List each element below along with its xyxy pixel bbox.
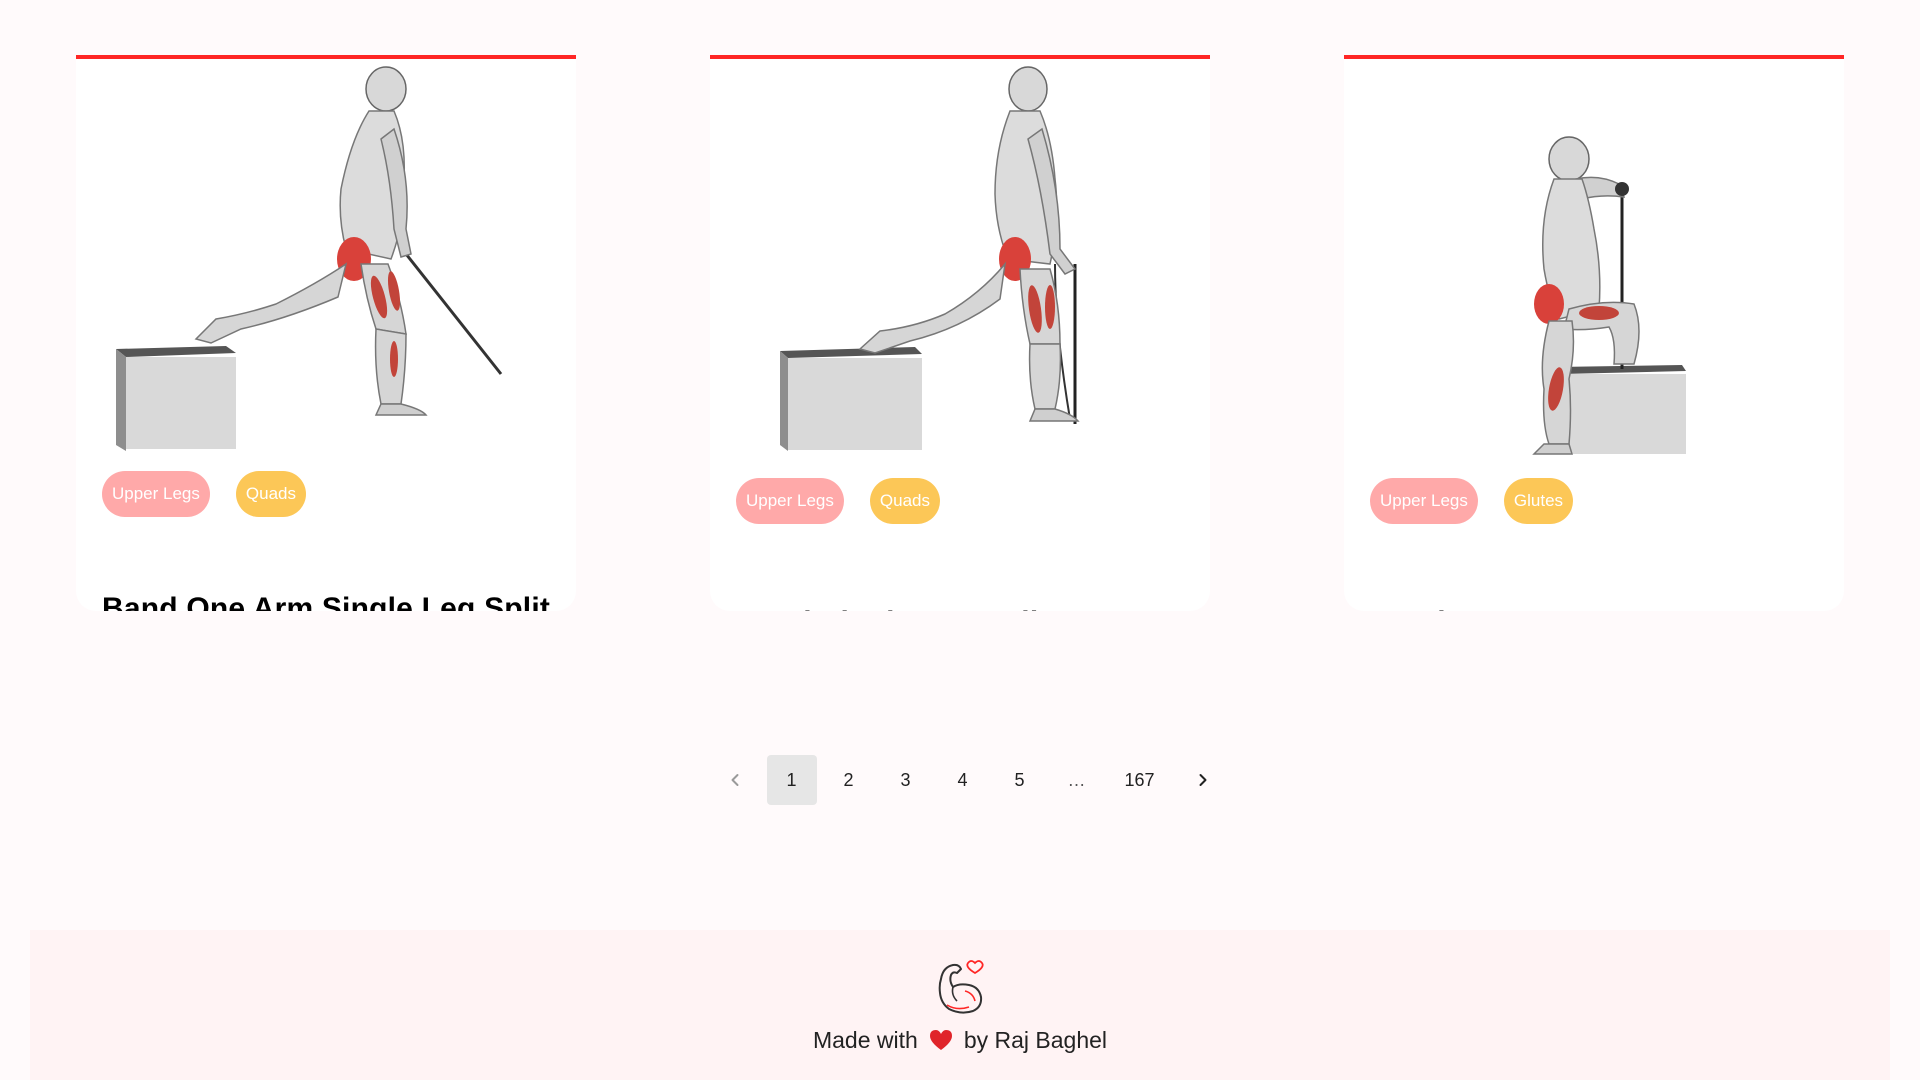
exercise-illustration-icon [1344, 59, 1844, 459]
exercise-title: Band One Arm Single Leg Split Squat [102, 592, 551, 611]
exercise-card[interactable]: Upper Legs Glutes Band Step-Up [1344, 55, 1844, 611]
page-button-3[interactable]: 3 [881, 755, 931, 805]
page-button-1[interactable]: 1 [766, 755, 817, 805]
page-button-5[interactable]: 5 [995, 755, 1045, 805]
bicep-heart-icon [935, 959, 987, 1015]
author-text: by Raj Baghel [963, 1027, 1108, 1053]
tag-group: Upper Legs Quads [736, 478, 940, 524]
target-muscle-tag[interactable]: Quads [235, 471, 306, 517]
body-part-tag[interactable]: Upper Legs [102, 471, 210, 517]
pagination-ellipsis: … [1067, 769, 1086, 790]
exercise-illustration-icon [710, 59, 1210, 459]
tag-group: Upper Legs Glutes [1370, 478, 1574, 524]
tag-group: Upper Legs Quads [102, 471, 306, 517]
target-muscle-tag[interactable]: Quads [869, 478, 940, 524]
previous-page-button[interactable] [710, 755, 760, 805]
page-button-2[interactable]: 2 [824, 755, 874, 805]
chevron-right-icon [1193, 770, 1213, 790]
pagination: 1 2 3 4 5 … 167 [706, 755, 1231, 805]
exercise-list: Upper Legs Quads Band One Arm Single Leg… [0, 0, 1920, 620]
exercise-card[interactable]: Upper Legs Quads Band One Arm Single Leg… [76, 55, 576, 611]
page-button-last[interactable]: 167 [1109, 755, 1171, 805]
exercise-title: Band Step-Up [1370, 600, 1830, 611]
footer: Made with by Raj Baghel [30, 930, 1890, 1080]
chevron-left-icon [725, 770, 745, 790]
next-page-button[interactable] [1178, 755, 1228, 805]
body-part-tag[interactable]: Upper Legs [1370, 478, 1478, 524]
target-muscle-tag[interactable]: Glutes [1503, 478, 1574, 524]
exercise-title: Band Single Leg Split Squat [736, 600, 1196, 611]
made-with-text: Made with [812, 1027, 918, 1053]
exercise-card[interactable]: Upper Legs Quads Band Single Leg Split S… [710, 55, 1210, 611]
body-part-tag[interactable]: Upper Legs [736, 478, 844, 524]
page-button-4[interactable]: 4 [938, 755, 988, 805]
heart-icon [928, 1028, 954, 1052]
exercise-illustration-icon [76, 59, 576, 459]
footer-credit: Made with by Raj Baghel [30, 1027, 1890, 1054]
